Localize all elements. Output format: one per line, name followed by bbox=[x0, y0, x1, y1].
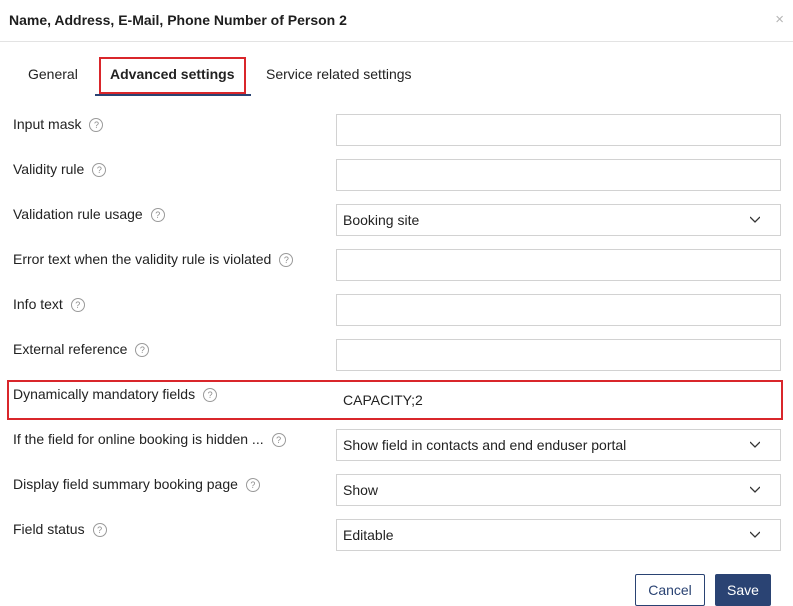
help-icon[interactable]: ? bbox=[135, 343, 150, 357]
input-mask-field[interactable] bbox=[336, 114, 781, 146]
chevron-down-icon bbox=[750, 531, 760, 538]
tab-service-related-settings[interactable]: Service related settings bbox=[266, 66, 412, 82]
label-input-mask: Input mask? bbox=[13, 116, 104, 132]
cancel-button[interactable]: Cancel bbox=[635, 574, 705, 606]
selected-value: Show bbox=[343, 482, 379, 498]
label-validity-rule: Validity rule? bbox=[13, 161, 107, 177]
info-text-field[interactable] bbox=[336, 294, 781, 326]
label-info-text: Info text? bbox=[13, 296, 85, 312]
label-external-reference: External reference? bbox=[13, 341, 150, 357]
dialog-header: Name, Address, E-Mail, Phone Number of P… bbox=[0, 0, 793, 42]
dialog-title: Name, Address, E-Mail, Phone Number of P… bbox=[9, 12, 347, 28]
field-status-select[interactable]: Editable bbox=[336, 519, 781, 551]
tab-highlight-box bbox=[99, 57, 246, 94]
active-tab-indicator bbox=[95, 94, 251, 96]
validity-rule-field[interactable] bbox=[336, 159, 781, 191]
help-icon[interactable]: ? bbox=[271, 433, 286, 447]
selected-value: Show field in contacts and end enduser p… bbox=[343, 437, 627, 453]
tab-general[interactable]: General bbox=[28, 66, 78, 82]
hidden-field-behavior-select[interactable]: Show field in contacts and end enduser p… bbox=[336, 429, 781, 461]
row-highlight-box bbox=[7, 380, 783, 420]
help-icon[interactable]: ? bbox=[279, 253, 294, 267]
label-error-text: Error text when the validity rule is vio… bbox=[13, 251, 294, 267]
label-validation-rule-usage: Validation rule usage? bbox=[13, 206, 165, 222]
chevron-down-icon bbox=[750, 441, 760, 448]
help-icon[interactable]: ? bbox=[150, 208, 165, 222]
label-field-status: Field status? bbox=[13, 521, 107, 537]
help-icon[interactable]: ? bbox=[89, 118, 104, 132]
display-field-summary-select[interactable]: Show bbox=[336, 474, 781, 506]
help-icon[interactable]: ? bbox=[92, 523, 107, 537]
selected-value: Editable bbox=[343, 527, 394, 543]
help-icon[interactable]: ? bbox=[92, 163, 107, 177]
validation-rule-usage-select[interactable]: Booking site bbox=[336, 204, 781, 236]
label-hidden-field-behavior: If the field for online booking is hidde… bbox=[13, 431, 286, 447]
chevron-down-icon bbox=[750, 216, 760, 223]
selected-value: Booking site bbox=[343, 212, 420, 228]
external-reference-field[interactable] bbox=[336, 339, 781, 371]
help-icon[interactable]: ? bbox=[245, 478, 260, 492]
help-icon[interactable]: ? bbox=[70, 298, 85, 312]
save-button[interactable]: Save bbox=[715, 574, 771, 606]
close-icon[interactable]: × bbox=[775, 11, 784, 29]
label-display-field-summary: Display field summary booking page? bbox=[13, 476, 260, 492]
chevron-down-icon bbox=[750, 486, 760, 493]
error-text-field[interactable] bbox=[336, 249, 781, 281]
